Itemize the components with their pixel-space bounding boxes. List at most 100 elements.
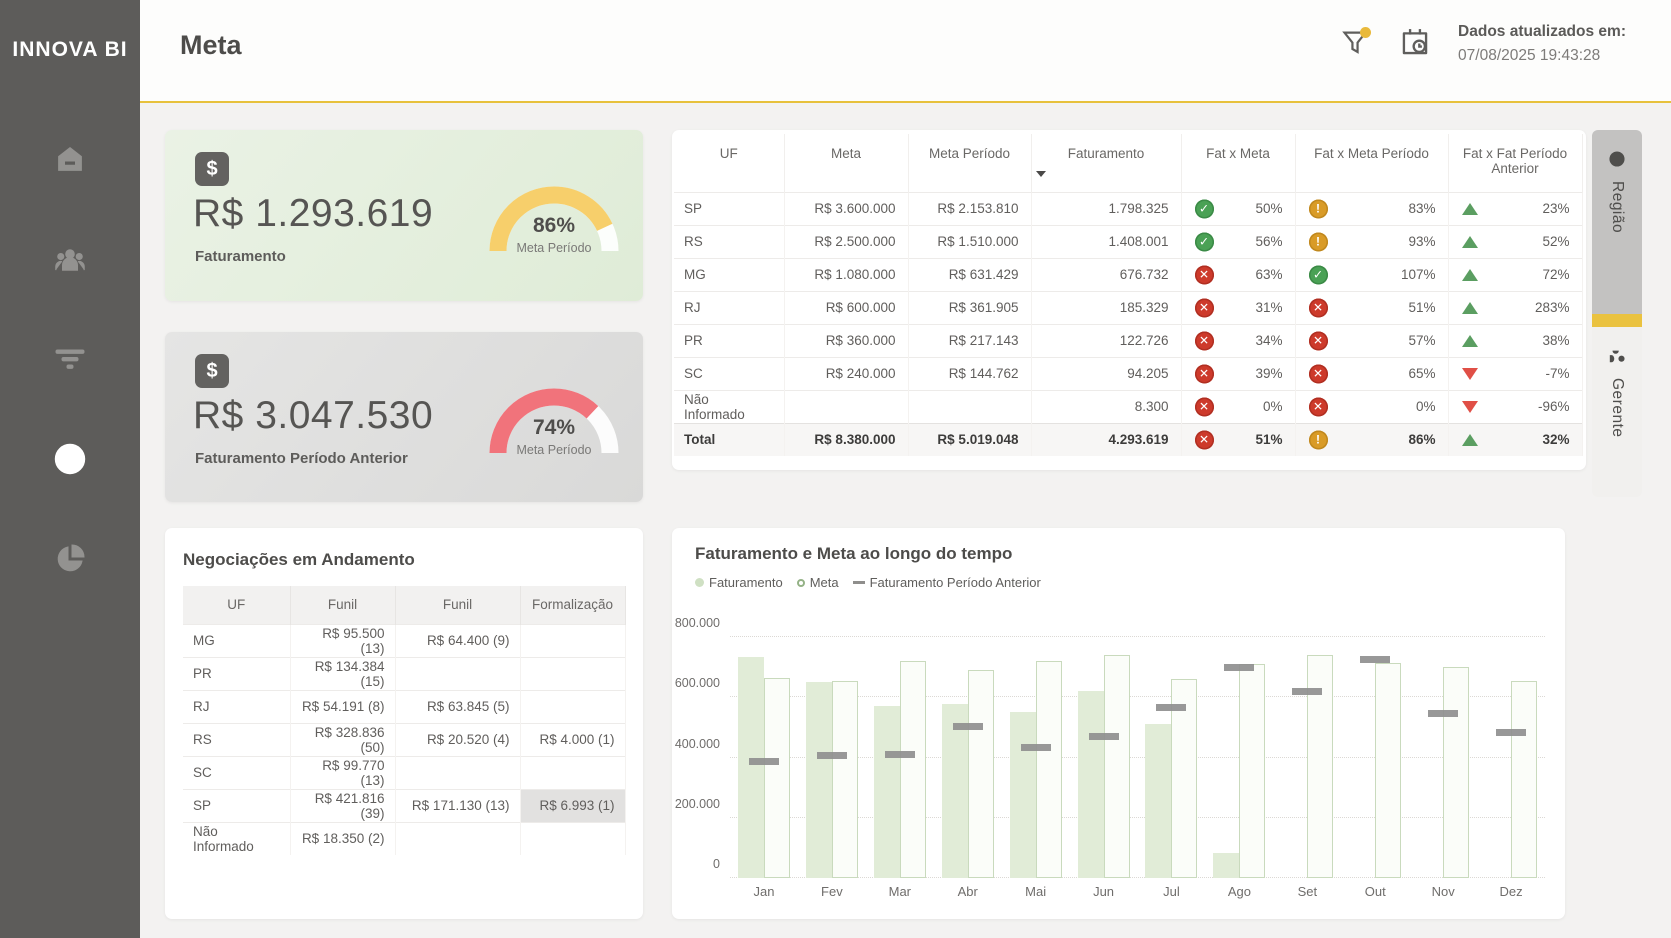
col-header-uf[interactable]: UF (674, 134, 784, 192)
page-title: Meta (180, 30, 242, 61)
x-tick-label: Nov (1409, 884, 1477, 899)
table-row[interactable]: Não Informado 8.300 0% 0% -96% (674, 390, 1582, 423)
last-updated-value: 07/08/2025 19:43:28 (1458, 44, 1626, 68)
month-group-Set (1273, 637, 1341, 878)
month-group-Mai (1002, 637, 1070, 878)
trend-icon (1462, 269, 1478, 281)
gauge-sublabel: Meta Período (489, 443, 619, 457)
status-icon (1309, 397, 1328, 416)
bar-meta[interactable] (1511, 681, 1537, 878)
month-group-Nov (1409, 637, 1477, 878)
legend-item-faturamento[interactable]: Faturamento (695, 575, 783, 590)
marker-faturamento-anterior (1156, 704, 1186, 711)
col-header-faturamento[interactable]: Faturamento (1031, 134, 1181, 192)
marker-faturamento-anterior (1496, 729, 1526, 736)
target-icon (52, 441, 88, 482)
header: Meta Dados atualizados em: 07/08/2025 19… (140, 0, 1671, 103)
bar-meta[interactable] (764, 678, 790, 878)
bar-meta[interactable] (968, 670, 994, 878)
status-icon (1195, 331, 1214, 350)
status-icon (1195, 298, 1214, 317)
table-row[interactable]: SP R$ 3.600.000 R$ 2.153.810 1.798.325 5… (674, 192, 1582, 225)
sidebar-item-filter[interactable] (49, 340, 91, 382)
table-total-row[interactable]: Total R$ 8.380.000 R$ 5.019.048 4.293.61… (674, 423, 1582, 456)
table-row[interactable]: SCR$ 99.770 (13) (183, 756, 625, 789)
tab-gerente[interactable]: Gerente (1592, 327, 1642, 497)
y-tick-label: 600.000 (675, 676, 720, 690)
bar-meta[interactable] (1443, 667, 1469, 878)
bar-faturamento[interactable] (1213, 853, 1239, 878)
col-header-fat-x-meta-periodo[interactable]: Fat x Meta Período (1295, 134, 1448, 192)
table-row[interactable]: RS R$ 2.500.000 R$ 1.510.000 1.408.001 5… (674, 225, 1582, 258)
col-header-fat-x-fat-anterior[interactable]: Fat x Fat Período Anterior (1448, 134, 1582, 192)
tab-regiao[interactable]: Região (1592, 130, 1642, 314)
sidebar-item-pie[interactable] (49, 540, 91, 582)
bar-faturamento[interactable] (874, 706, 900, 878)
y-tick-label: 400.000 (675, 737, 720, 751)
bar-meta[interactable] (832, 681, 858, 878)
dash-marker-icon (853, 581, 865, 584)
bar-meta[interactable] (900, 661, 926, 878)
sidebar-item-people[interactable] (49, 240, 91, 282)
marker-faturamento-anterior (1360, 656, 1390, 663)
col-header-meta[interactable]: Meta (784, 134, 908, 192)
marker-faturamento-anterior (749, 758, 779, 765)
bar-faturamento[interactable] (1010, 712, 1036, 878)
trend-icon (1462, 434, 1478, 446)
gauge-meta-periodo: 74% Meta Período (489, 387, 619, 459)
bar-faturamento[interactable] (738, 657, 764, 878)
bar-meta[interactable] (1239, 664, 1265, 878)
sidebar-item-target[interactable] (49, 440, 91, 482)
calendar-button[interactable] (1398, 27, 1432, 61)
col-header-uf[interactable]: UF (183, 586, 290, 624)
y-tick-label: 800.000 (675, 616, 720, 630)
table-row[interactable]: MGR$ 95.500 (13)R$ 64.400 (9) (183, 624, 625, 657)
table-row[interactable]: SPR$ 421.816 (39)R$ 171.130 (13)R$ 6.993… (183, 789, 625, 822)
sidebar: INNOVA BI (0, 0, 140, 938)
table-row[interactable]: PR R$ 360.000 R$ 217.143 122.726 34% 57%… (674, 324, 1582, 357)
kpi-value: R$ 3.047.530 (193, 394, 433, 438)
bar-faturamento[interactable] (1078, 691, 1104, 878)
globe-icon (1608, 150, 1626, 173)
month-group-Out (1341, 637, 1409, 878)
region-table: UF Meta Meta Período Faturamento Fat x M… (674, 134, 1583, 456)
kpi-value: R$ 1.293.619 (193, 192, 433, 236)
table-row[interactable]: MG R$ 1.080.000 R$ 631.429 676.732 63% 1… (674, 258, 1582, 291)
legend-item-meta[interactable]: Meta (797, 575, 839, 590)
bar-meta[interactable] (1375, 663, 1401, 878)
x-tick-label: Mar (866, 884, 934, 899)
month-group-Mar (866, 637, 934, 878)
x-tick-label: Jan (730, 884, 798, 899)
tab-active-indicator (1592, 314, 1642, 327)
filter-button[interactable] (1338, 27, 1372, 61)
bar-faturamento[interactable] (806, 682, 832, 878)
status-icon (1195, 199, 1214, 218)
status-icon (1195, 397, 1214, 416)
table-row[interactable]: PRR$ 134.384 (15) (183, 657, 625, 690)
col-header-meta-periodo[interactable]: Meta Período (908, 134, 1031, 192)
col-header-funil-2[interactable]: Funil (395, 586, 520, 624)
table-row[interactable]: RJR$ 54.191 (8)R$ 63.845 (5) (183, 690, 625, 723)
dollar-icon: $ (195, 152, 229, 186)
table-row[interactable]: SC R$ 240.000 R$ 144.762 94.205 39% 65% … (674, 357, 1582, 390)
legend-item-anterior[interactable]: Faturamento Período Anterior (853, 575, 1041, 590)
trend-icon (1462, 302, 1478, 314)
last-updated: Dados atualizados em: 07/08/2025 19:43:2… (1458, 20, 1626, 68)
col-header-funil-1[interactable]: Funil (290, 586, 395, 624)
sidebar-item-home[interactable] (49, 140, 91, 182)
tab-label: Região (1608, 181, 1626, 233)
bar-meta[interactable] (1104, 655, 1130, 878)
table-row[interactable]: RSR$ 328.836 (50)R$ 20.520 (4)R$ 4.000 (… (183, 723, 625, 756)
col-header-fat-x-meta[interactable]: Fat x Meta (1181, 134, 1295, 192)
home-icon (55, 144, 85, 179)
ring-dot-icon (797, 579, 805, 587)
bar-faturamento[interactable] (1145, 724, 1171, 878)
negotiations-table: UF Funil Funil Formalização MGR$ 95.500 … (183, 586, 626, 855)
x-tick-label: Fev (798, 884, 866, 899)
col-header-formalizacao[interactable]: Formalização (520, 586, 625, 624)
gauge-sublabel: Meta Período (489, 241, 619, 255)
table-row[interactable]: Não InformadoR$ 18.350 (2) (183, 822, 625, 855)
bar-meta[interactable] (1036, 661, 1062, 878)
table-row[interactable]: RJ R$ 600.000 R$ 361.905 185.329 31% 51%… (674, 291, 1582, 324)
bar-faturamento[interactable] (942, 704, 968, 878)
